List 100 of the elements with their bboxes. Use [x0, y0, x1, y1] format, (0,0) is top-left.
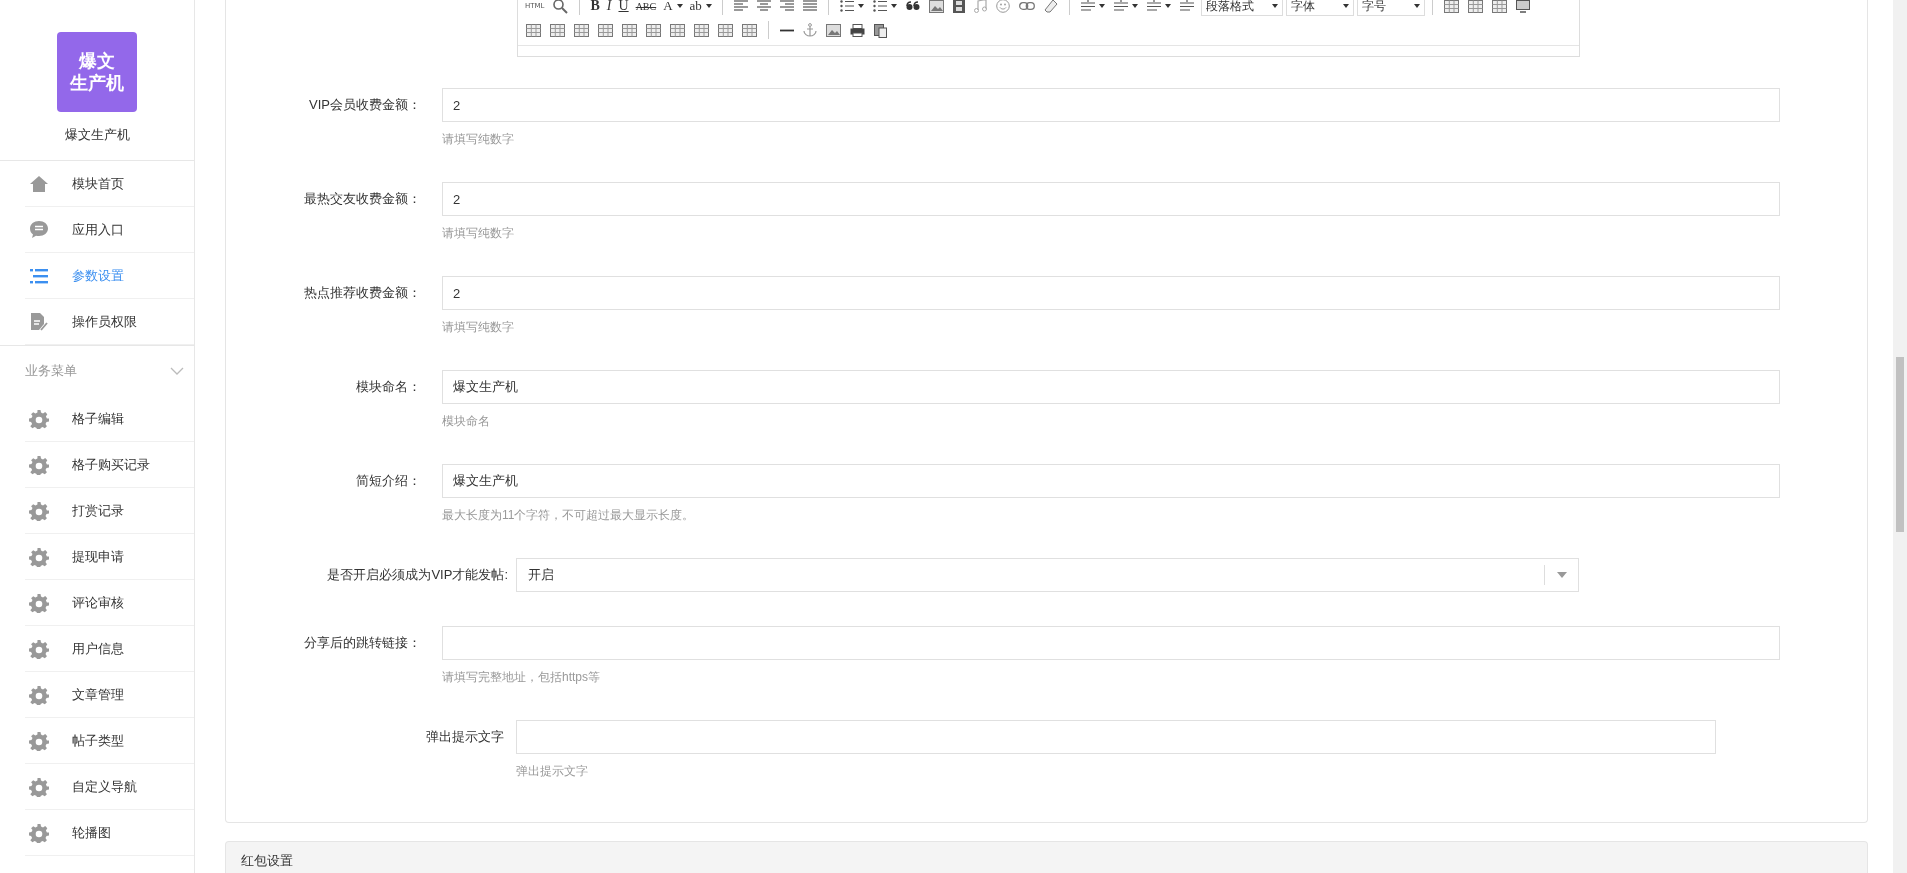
line-spacing-icon: [1179, 0, 1194, 13]
chevron-down-icon: [170, 367, 184, 375]
nav-item[interactable]: 模块首页: [25, 161, 194, 207]
caret-icon: [1413, 4, 1420, 8]
gear-icon: [29, 454, 49, 475]
table-icon: [718, 23, 733, 37]
input-field[interactable]: 2: [442, 276, 1780, 310]
app-logo: 爆文 生产机: [57, 32, 137, 112]
caret-icon: [1342, 4, 1349, 8]
printer-icon: [850, 23, 865, 37]
table-icon: [622, 23, 637, 37]
field-label: 弹出提示文字: [425, 728, 504, 746]
input-field[interactable]: 2: [442, 88, 1780, 122]
table-icon: [670, 23, 685, 37]
input-field[interactable]: [516, 720, 1716, 754]
document-edit-icon: [29, 311, 49, 332]
list-icon: [29, 266, 49, 285]
nav-item[interactable]: 文章管理: [25, 672, 194, 718]
format-dropdown[interactable]: 字体: [1285, 0, 1354, 16]
table-icon: [598, 23, 613, 37]
nav-item[interactable]: 提现申请: [25, 534, 194, 580]
app-name: 爆文生产机: [64, 126, 130, 144]
caret-icon: [1557, 572, 1567, 578]
field-label: 最热交友收费金额：: [303, 190, 421, 208]
line-spacing-icon: [1113, 0, 1128, 13]
format-button[interactable]: ab: [686, 0, 715, 16]
picture-icon: [826, 23, 841, 37]
input-field[interactable]: 爆文生产机: [442, 370, 1780, 404]
chain-link-icon: [1018, 2, 1035, 10]
select-field[interactable]: 开启: [516, 558, 1579, 592]
picture-icon: [928, 0, 944, 13]
eraser-icon: [1043, 0, 1058, 13]
nav-item[interactable]: 操作员权限: [25, 299, 194, 345]
format-button[interactable]: U: [615, 0, 632, 16]
home-icon: [29, 174, 49, 193]
help-text: 最大长度为11个字符，不可超过最大显示长度。: [442, 507, 696, 524]
gear-icon: [29, 776, 49, 797]
nav-item[interactable]: 应用入口: [25, 207, 194, 253]
clipboard-icon: [874, 22, 887, 38]
nav-item[interactable]: 打赏记录: [25, 488, 194, 534]
monitor-icon: [1515, 0, 1530, 13]
nav-item[interactable]: 轮播图: [25, 810, 194, 856]
gear-icon: [29, 408, 49, 429]
table-icon: [526, 23, 541, 37]
table-icon: [574, 23, 589, 37]
help-text: 请填写纯数字: [442, 319, 515, 336]
nav-item[interactable]: 用户信息: [25, 626, 194, 672]
gear-icon: [29, 822, 49, 843]
nav-item[interactable]: 帖子类型: [25, 718, 194, 764]
nav-item[interactable]: 评论审核: [25, 580, 194, 626]
nav-item[interactable]: 格子购买记录: [25, 442, 194, 488]
smiley-icon: [995, 0, 1010, 13]
table-icon: [1467, 0, 1483, 13]
field-label: 简短介绍：: [355, 472, 421, 490]
music-note-icon: [973, 0, 987, 13]
gear-icon: [29, 500, 49, 521]
field-label: 是否开启必须成为VIP才能发帖:: [326, 566, 508, 584]
nav-item[interactable]: 自定义导航: [25, 764, 194, 810]
format-dropdown[interactable]: 段落格式: [1200, 0, 1283, 16]
chat-icon: [29, 220, 49, 239]
table-icon: [742, 23, 757, 37]
horizontal-rule-icon: [780, 28, 794, 32]
anchor-icon: [803, 23, 817, 37]
film-icon: [952, 0, 965, 13]
table-icon: [694, 23, 709, 37]
field-label: 热点推荐收费金额：: [303, 284, 421, 302]
magnifier-icon: [552, 0, 569, 14]
help-text: 模块命名: [442, 413, 491, 430]
align-center-icon: [756, 0, 771, 12]
format-button[interactable]: B: [587, 0, 603, 16]
nav-item[interactable]: 格子编辑: [25, 396, 194, 442]
line-spacing-icon: [1080, 0, 1095, 13]
input-field[interactable]: 爆文生产机: [442, 464, 1780, 498]
gear-icon: [29, 730, 49, 751]
gear-icon: [29, 684, 49, 705]
format-button[interactable]: I: [603, 0, 615, 16]
format-button[interactable]: A: [660, 0, 686, 16]
table-icon: [646, 23, 661, 37]
gear-icon: [29, 546, 49, 567]
panel-title: 红包设置: [241, 853, 293, 869]
scrollbar[interactable]: [1893, 0, 1907, 873]
quote-icon: [905, 1, 920, 11]
line-spacing-icon: [1146, 0, 1161, 13]
align-right-icon: [779, 0, 794, 12]
help-text: 请填写纯数字: [442, 131, 515, 148]
table-icon: [550, 23, 565, 37]
help-text: 请填写纯数字: [442, 225, 515, 242]
gear-icon: [29, 638, 49, 659]
input-field[interactable]: [442, 626, 1780, 660]
table-icon: [1491, 0, 1507, 13]
gear-icon: [29, 592, 49, 613]
help-text: 弹出提示文字: [516, 763, 589, 780]
help-text: 请填写完整地址，包括https等: [442, 669, 601, 686]
format-dropdown[interactable]: 字号: [1356, 0, 1425, 16]
input-field[interactable]: 2: [442, 182, 1780, 216]
format-button[interactable]: ABC: [632, 0, 660, 16]
field-label: 分享后的跳转链接：: [303, 634, 421, 652]
align-justify-icon: [802, 0, 817, 12]
scrollbar-thumb[interactable]: [1896, 357, 1904, 532]
field-label: 模块命名：: [355, 378, 421, 396]
